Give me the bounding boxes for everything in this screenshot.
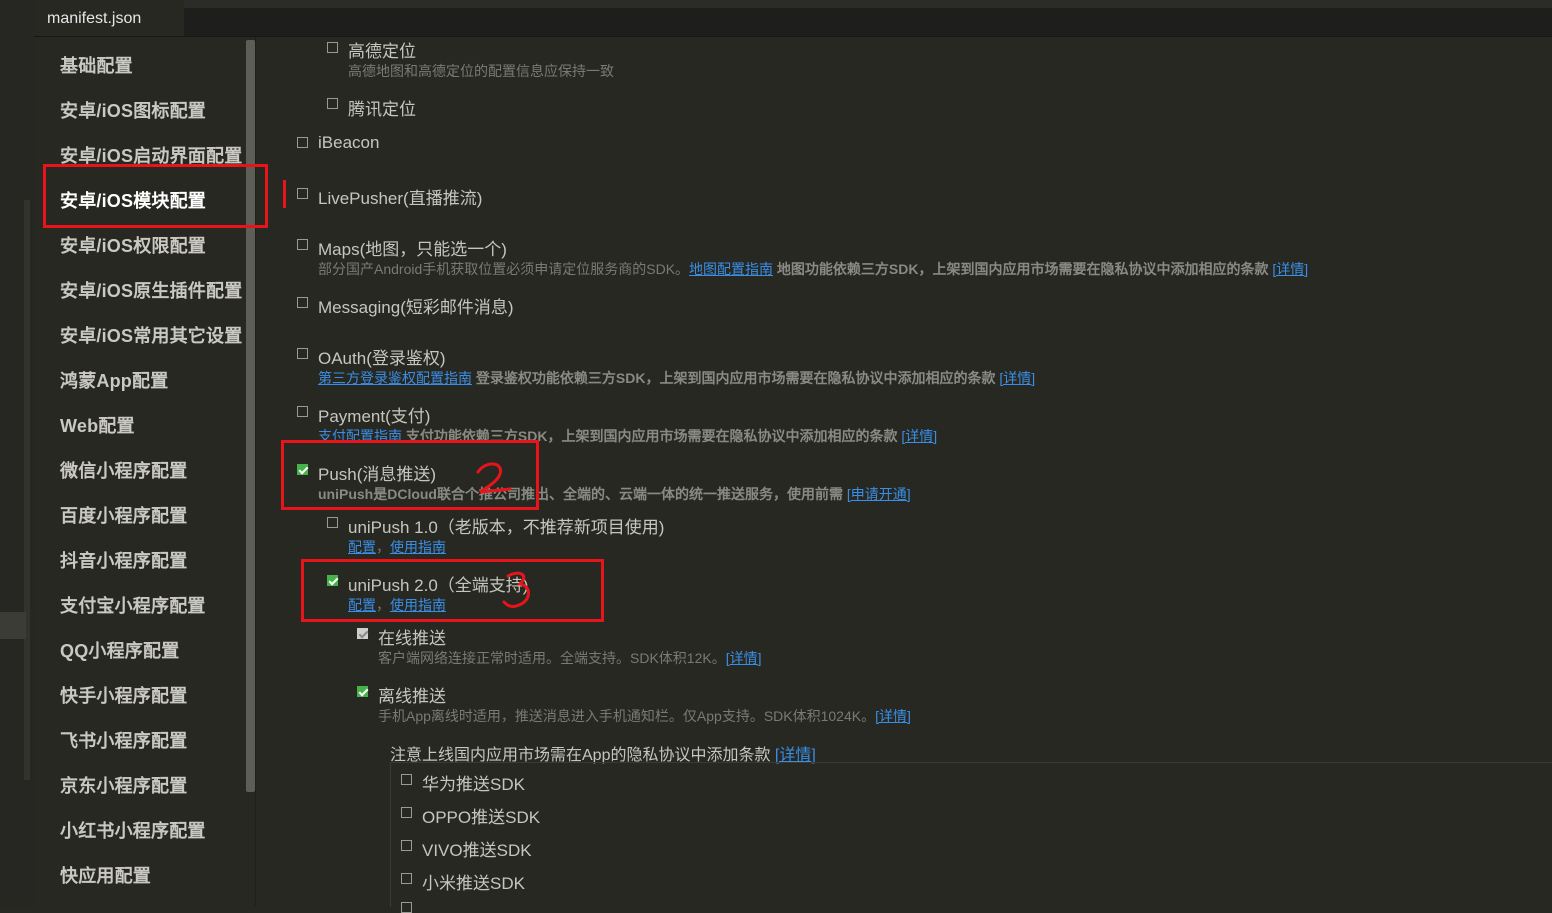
sidebar-item-qq[interactable]: QQ小程序配置 xyxy=(60,637,179,663)
sidebar-item-web[interactable]: Web配置 xyxy=(60,412,135,438)
sidebar-item-wechat[interactable]: 微信小程序配置 xyxy=(60,457,187,483)
xiaomi-sdk-checkbox[interactable] xyxy=(401,873,412,884)
oauth-label: OAuth(登录鉴权) xyxy=(318,349,446,368)
maps-guide-link[interactable]: 地图配置指南 xyxy=(689,261,773,277)
maps-label: Maps(地图，只能选一个) xyxy=(318,240,507,259)
tencent-location-label: 腾讯定位 xyxy=(348,100,416,119)
messaging-checkbox[interactable] xyxy=(297,297,308,308)
oauth-checkbox[interactable] xyxy=(297,348,308,359)
offline-push-label: 离线推送 xyxy=(378,687,446,706)
sidebar-item-alipay[interactable]: 支付宝小程序配置 xyxy=(60,592,206,618)
messaging-label: Messaging(短彩邮件消息) xyxy=(318,298,514,317)
vivo-sdk-checkbox[interactable] xyxy=(401,840,412,851)
annotation-box-unipush2 xyxy=(301,559,604,622)
offline-push-desc-text: 手机App离线时适用，推送消息进入手机通知栏。仅App支持。SDK体积1024K… xyxy=(378,708,876,724)
online-push-label: 在线推送 xyxy=(378,629,446,648)
left-gutter xyxy=(0,0,34,906)
unipush1-config-link[interactable]: 配置 xyxy=(348,539,376,555)
sidebar-item-jd[interactable]: 京东小程序配置 xyxy=(60,772,187,798)
amap-checkbox[interactable] xyxy=(327,42,338,53)
annotation-box-modules xyxy=(43,164,268,228)
sidebar-item-other-settings[interactable]: 安卓/iOS常用其它设置 xyxy=(60,322,242,348)
ibeacon-label: iBeacon xyxy=(318,133,380,152)
sidebar-item-quickapp[interactable]: 快应用配置 xyxy=(60,862,151,888)
sidebar-item-baidu[interactable]: 百度小程序配置 xyxy=(60,502,187,528)
maps-desc: 部分国产Android手机获取位置必须申请定位服务商的SDK。地图配置指南 地图… xyxy=(318,259,1308,279)
tab-manifest-json[interactable]: manifest.json xyxy=(34,0,184,36)
huawei-sdk-checkbox[interactable] xyxy=(401,774,412,785)
gutter-marker xyxy=(0,612,26,639)
oauth-desc-bold: 登录鉴权功能依赖三方SDK，上架到国内应用市场需要在隐私协议中添加相应的条款 xyxy=(472,370,1000,386)
unipush1-sep: ， xyxy=(376,539,390,555)
annotation-number-2 xyxy=(476,462,512,494)
sidebar-item-basic[interactable]: 基础配置 xyxy=(60,52,133,78)
unipush1-checkbox[interactable] xyxy=(327,517,338,528)
sidebar-item-feishu[interactable]: 飞书小程序配置 xyxy=(60,727,187,753)
tab-bar: manifest.json xyxy=(34,0,1552,37)
gutter-scroll-track xyxy=(24,200,30,780)
unipush1-label: uniPush 1.0（老版本，不推荐新项目使用) xyxy=(348,518,665,537)
online-push-detail-link[interactable]: [详情] xyxy=(726,650,762,666)
unipush1-guide-link[interactable]: 使用指南 xyxy=(390,539,446,555)
sidebar-item-harmony[interactable]: 鸿蒙App配置 xyxy=(60,367,168,393)
annotation-number-3 xyxy=(502,571,530,608)
oauth-guide-link[interactable]: 第三方登录鉴权配置指南 xyxy=(318,370,472,386)
sidebar-item-permissions[interactable]: 安卓/iOS权限配置 xyxy=(60,232,206,258)
online-push-checkbox xyxy=(357,628,368,639)
sidebar-item-native-plugins[interactable]: 安卓/iOS原生插件配置 xyxy=(60,277,242,303)
sidebar-scrollbar[interactable] xyxy=(246,40,255,792)
tencent-location-checkbox[interactable] xyxy=(327,98,338,109)
offline-push-detail-link[interactable]: [详情] xyxy=(875,708,911,724)
oauth-detail-link[interactable]: [详情] xyxy=(999,370,1035,386)
next-sdk-checkbox[interactable] xyxy=(401,902,412,913)
oppo-sdk-checkbox[interactable] xyxy=(401,807,412,818)
payment-detail-link[interactable]: [详情] xyxy=(901,428,937,444)
payment-checkbox[interactable] xyxy=(297,406,308,417)
oauth-desc: 第三方登录鉴权配置指南 登录鉴权功能依赖三方SDK，上架到国内应用市场需要在隐私… xyxy=(318,368,1035,388)
livepusher-checkbox[interactable] xyxy=(297,188,308,199)
maps-desc-text: 部分国产Android手机获取位置必须申请定位服务商的SDK。 xyxy=(318,261,690,277)
huawei-sdk-label: 华为推送SDK xyxy=(422,775,525,794)
unipush1-links: 配置，使用指南 xyxy=(348,537,446,557)
maps-checkbox[interactable] xyxy=(297,239,308,250)
sidebar-item-icons[interactable]: 安卓/iOS图标配置 xyxy=(60,97,206,123)
maps-desc-bold: 地图功能依赖三方SDK，上架到国内应用市场需要在隐私协议中添加相应的条款 xyxy=(773,261,1273,277)
livepusher-label: LivePusher(直播推流) xyxy=(318,189,483,208)
push-apply-link[interactable]: [申请开通] xyxy=(847,486,911,502)
amap-label: 高德定位 xyxy=(348,42,416,61)
maps-detail-link[interactable]: [详情] xyxy=(1272,261,1308,277)
amap-desc: 高德地图和高德定位的配置信息应保持一致 xyxy=(348,63,614,79)
sidebar-item-xiaohongshu[interactable]: 小红书小程序配置 xyxy=(60,817,206,843)
online-push-desc-text: 客户端网络连接正常时适用。全端支持。SDK体积12K。 xyxy=(378,650,726,666)
tab-bar-strip xyxy=(184,0,1552,8)
vendor-sdk-box xyxy=(390,762,1552,907)
sidebar-item-kuaishou[interactable]: 快手小程序配置 xyxy=(60,682,187,708)
xiaomi-sdk-label: 小米推送SDK xyxy=(422,874,525,893)
online-push-desc: 客户端网络连接正常时适用。全端支持。SDK体积12K。[详情] xyxy=(378,648,761,668)
oppo-sdk-label: OPPO推送SDK xyxy=(422,808,541,827)
payment-label: Payment(支付) xyxy=(318,407,431,426)
offline-push-desc: 手机App离线时适用，推送消息进入手机通知栏。仅App支持。SDK体积1024K… xyxy=(378,706,911,726)
annotation-marker xyxy=(283,180,286,208)
sidebar-item-douyin[interactable]: 抖音小程序配置 xyxy=(60,547,187,573)
offline-push-checkbox[interactable] xyxy=(357,686,368,697)
ibeacon-checkbox[interactable] xyxy=(297,137,308,148)
vivo-sdk-label: VIVO推送SDK xyxy=(422,841,532,860)
